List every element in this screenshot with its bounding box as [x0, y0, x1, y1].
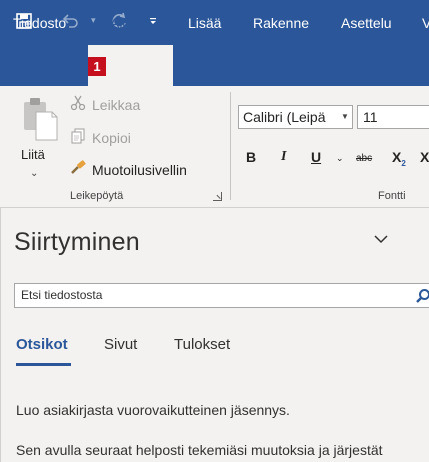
font-size-combobox[interactable]: 11: [357, 105, 429, 129]
font-name-dropdown-icon[interactable]: ▼: [339, 106, 351, 128]
copy-label: Kopioi: [92, 129, 131, 146]
paste-dropdown-icon[interactable]: ⌄: [30, 168, 38, 179]
tab-headings[interactable]: Otsikot: [16, 336, 68, 353]
undo-dropdown-icon[interactable]: ▾: [91, 0, 96, 41]
subscript-base: X: [392, 149, 402, 165]
subscript-mark: 2: [401, 158, 406, 168]
font-name-combobox[interactable]: Calibri (Leipä: [238, 105, 353, 129]
cut-button[interactable]: Leikkaa: [68, 95, 140, 114]
tab-file[interactable]: Tiedosto: [13, 0, 66, 45]
paste-icon[interactable]: [20, 96, 60, 144]
underline-button[interactable]: U: [311, 149, 321, 165]
tab-design[interactable]: Rakenne: [253, 0, 309, 45]
help-text-line-1: Luo asiakirjasta vuorovaikutteinen jäsen…: [16, 402, 290, 418]
search-box: [14, 283, 429, 308]
tab-pages[interactable]: Sivut: [104, 336, 137, 353]
tab-insert[interactable]: Lisää: [188, 0, 221, 45]
underline-dropdown-icon[interactable]: ⌄: [336, 153, 344, 164]
tab-layout[interactable]: Asettelu: [341, 0, 392, 45]
superscript-button[interactable]: X: [420, 149, 429, 165]
tab-results[interactable]: Tulokset: [174, 336, 230, 353]
format-painter-label: Muotoilusivellin: [92, 161, 187, 178]
strikethrough-button[interactable]: abc: [356, 153, 372, 164]
search-icon[interactable]: [415, 288, 429, 304]
ribbon-tab-bar: [0, 41, 429, 86]
active-tab-indicator: [16, 363, 71, 366]
format-painter-button[interactable]: Muotoilusivellin: [68, 160, 187, 179]
search-input[interactable]: [21, 288, 401, 302]
tab-home[interactable]: Aloitus: [110, 0, 152, 45]
italic-button[interactable]: I: [281, 149, 286, 165]
navigation-pane-title: Siirtyminen: [14, 228, 140, 256]
copy-button[interactable]: Kopioi: [68, 128, 131, 147]
font-group-label: Fontti: [378, 190, 406, 202]
clipboard-group-label: Leikepöytä: [70, 190, 124, 202]
group-separator: [230, 92, 231, 200]
copy-icon: [68, 128, 88, 147]
clipboard-dialog-launcher-icon[interactable]: [213, 192, 222, 201]
keytip-badge: 1: [88, 57, 106, 76]
scissors-icon: [68, 95, 88, 114]
format-painter-icon: [68, 160, 88, 179]
tab-truncated[interactable]: V: [422, 0, 429, 45]
bold-button[interactable]: B: [246, 149, 256, 165]
help-text-line-2: Sen avulla seuraat helposti tekemiäsi mu…: [16, 442, 383, 458]
chevron-down-icon[interactable]: [372, 230, 390, 248]
cut-label: Leikkaa: [92, 96, 141, 113]
subscript-button[interactable]: X2: [392, 149, 406, 168]
paste-button[interactable]: Liitä: [21, 147, 45, 162]
